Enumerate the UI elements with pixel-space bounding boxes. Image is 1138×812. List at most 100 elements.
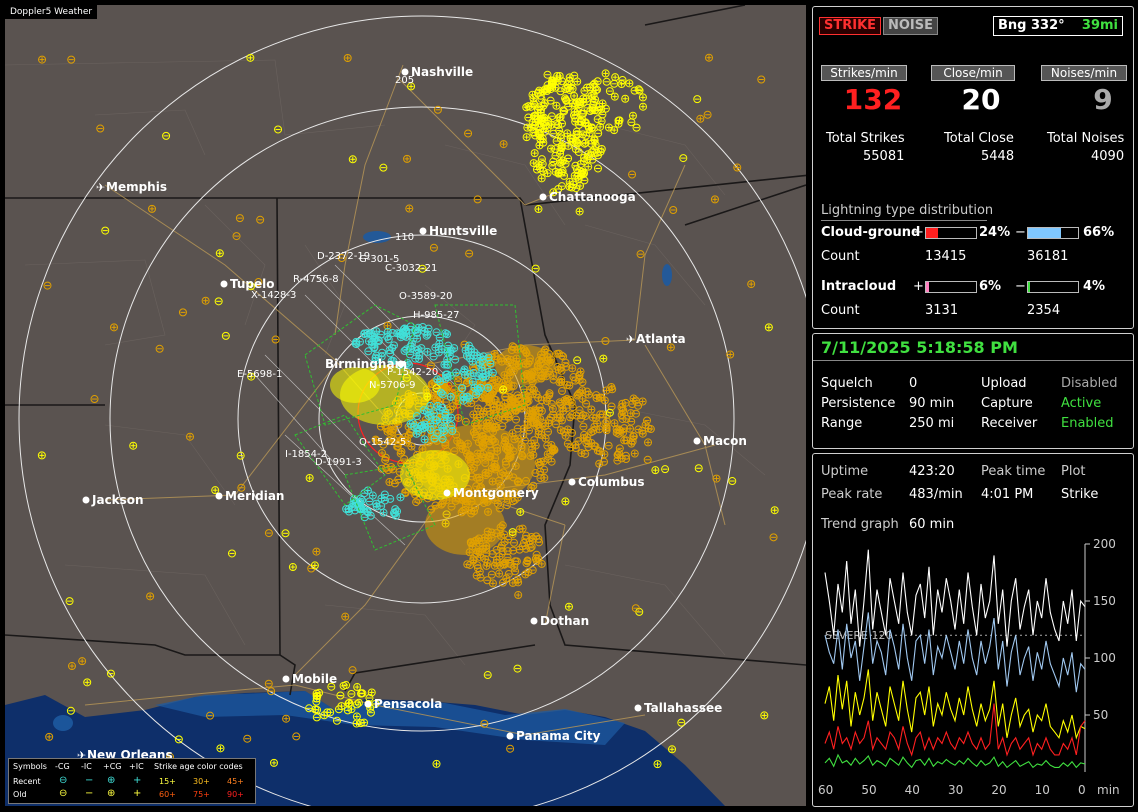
- plot-value[interactable]: Strike: [1061, 487, 1098, 502]
- ic-neg-count: 2354: [1027, 303, 1061, 318]
- city-marker: Tallahassee: [634, 701, 722, 715]
- radar-map[interactable]: D-2372-19 G-301-5 C-3032-21 R-4756-8 X-1428-…: [5, 5, 806, 806]
- city-marker: Columbus: [568, 475, 645, 489]
- city-dot: [215, 492, 223, 500]
- legend-pos-ic: +IC: [129, 762, 144, 771]
- trend-series: [824, 549, 1086, 769]
- peak-rate-label: Peak rate: [821, 487, 883, 502]
- state-lines: [5, 5, 806, 696]
- city-dot: [419, 227, 427, 235]
- city-label: Panama City: [516, 729, 601, 743]
- capture-value[interactable]: Active: [1061, 396, 1101, 411]
- old-pos-cg-icon: ⊕: [107, 788, 116, 799]
- ic-neg-bar-fill: [1028, 282, 1030, 292]
- upload-value[interactable]: Disabled: [1061, 376, 1117, 391]
- trend-chart: 20015010050SEVERE 12060 50 40 30 20 10 0 min: [818, 537, 1120, 797]
- airport-icon: ✈: [626, 333, 635, 346]
- city-label: Memphis: [106, 180, 167, 194]
- noise-toggle-button[interactable]: NOISE: [883, 17, 939, 35]
- highway-label: 110: [395, 232, 414, 243]
- age-75: 75+: [193, 790, 210, 799]
- x-tick-label: 40: [905, 783, 920, 797]
- city-dot: [530, 617, 538, 625]
- trend-series-line: [824, 669, 1086, 740]
- strike-stats-panel: STRIKE NOISE Bng 332° 39mi Strikes/min C…: [812, 6, 1134, 329]
- city-marker: ✈ Memphis: [96, 180, 167, 194]
- y-tick-label: 50: [1093, 708, 1108, 722]
- city-marker: Mobile: [282, 672, 337, 686]
- x-tick-label: 30: [948, 783, 963, 797]
- storm-cell-label: O-3589-20: [399, 291, 453, 302]
- recent-pos-ic-icon: +: [133, 775, 142, 786]
- bearing-value: Bng 332°: [998, 18, 1065, 33]
- storm-cell-label: E-5698-1: [237, 369, 282, 380]
- legend-neg-cg: -CG: [55, 762, 70, 771]
- city-dot: [82, 496, 90, 504]
- cg-pos-pct: 24%: [979, 225, 1011, 240]
- city-dot: [364, 700, 372, 708]
- legend-symbols-label: Symbols: [13, 762, 47, 771]
- upload-label: Upload: [981, 376, 1027, 391]
- cg-neg-bar-fill: [1028, 228, 1061, 238]
- trend-series-line: [824, 753, 1086, 769]
- city-dot: [401, 68, 409, 76]
- symbol-legend: Symbols -CG -IC +CG +IC Strike age color…: [8, 758, 256, 804]
- map-canvas[interactable]: D-2372-19G-301-5C-3032-21R-4756-8X-1428-…: [5, 5, 806, 806]
- range-value[interactable]: 250 mi: [909, 416, 954, 431]
- city-label: Tupelo: [230, 277, 275, 291]
- strike-toggle-button[interactable]: STRIKE: [819, 17, 882, 35]
- y-tick-label: 150: [1093, 594, 1116, 608]
- total-noises-label: Total Noises: [1047, 131, 1125, 146]
- recent-neg-ic-icon: −: [85, 775, 94, 786]
- range-label: Range: [821, 416, 863, 431]
- city-label: Jackson: [91, 493, 144, 507]
- recent-pos-cg-icon: ⊕: [107, 775, 116, 786]
- city-dot: [220, 280, 228, 288]
- city-dot: [282, 675, 290, 683]
- cg-pos-bar: [925, 227, 977, 239]
- age-90: 90+: [227, 790, 244, 799]
- city-marker: Tupelo: [220, 277, 275, 291]
- trend-graph-label: Trend graph: [821, 517, 899, 532]
- persistence-value[interactable]: 90 min: [909, 396, 954, 411]
- storm-cell-label: H-985-27: [413, 310, 460, 321]
- ic-pos-count: 3131: [925, 303, 959, 318]
- settings-panel: 7/11/2025 5:18:58 PM Squelch 0 Upload Di…: [812, 333, 1134, 449]
- city-label: Pensacola: [374, 697, 442, 711]
- cg-pos-bar-fill: [926, 228, 938, 238]
- age-60: 60+: [159, 790, 176, 799]
- ic-plus: +: [913, 279, 924, 294]
- age-15: 15+: [159, 777, 176, 786]
- x-unit-label: min: [1097, 783, 1120, 797]
- city-label: Nashville: [411, 65, 473, 79]
- total-close-label: Total Close: [944, 131, 1014, 146]
- plot-label: Plot: [1061, 464, 1086, 479]
- trend-graph-value[interactable]: 60 min: [909, 517, 954, 532]
- city-marker: Meridian: [215, 489, 284, 503]
- city-label: Mobile: [292, 672, 337, 686]
- city-label: Tallahassee: [644, 701, 722, 715]
- ic-count-label: Count: [821, 303, 860, 318]
- settings-divider: [813, 360, 1133, 361]
- storm-cell-label: R-4756-8: [293, 274, 339, 285]
- legend-neg-ic: -IC: [81, 762, 92, 771]
- city-label: Columbus: [578, 475, 645, 489]
- age-45: 45+: [227, 777, 244, 786]
- squelch-value[interactable]: 0: [909, 376, 917, 391]
- y-tick-label: 200: [1093, 537, 1116, 551]
- old-pos-ic-icon: +: [133, 788, 142, 799]
- x-tick-label: 20: [991, 783, 1006, 797]
- storm-cell-label: C-3032-21: [385, 263, 437, 274]
- city-dot: [634, 704, 642, 712]
- city-label: Montgomery: [453, 486, 539, 500]
- city-marker: Nashville: [401, 65, 473, 79]
- city-marker: ✈ Atlanta: [626, 332, 686, 346]
- age-30: 30+: [193, 777, 210, 786]
- cg-neg-pct: 66%: [1083, 225, 1115, 240]
- receiver-label: Receiver: [981, 416, 1038, 431]
- receiver-value[interactable]: Enabled: [1061, 416, 1114, 431]
- lake-pontchartrain: [53, 715, 73, 731]
- city-dot: [506, 732, 514, 740]
- legend-pos-cg: +CG: [103, 762, 122, 771]
- cg-plus: +: [913, 225, 924, 240]
